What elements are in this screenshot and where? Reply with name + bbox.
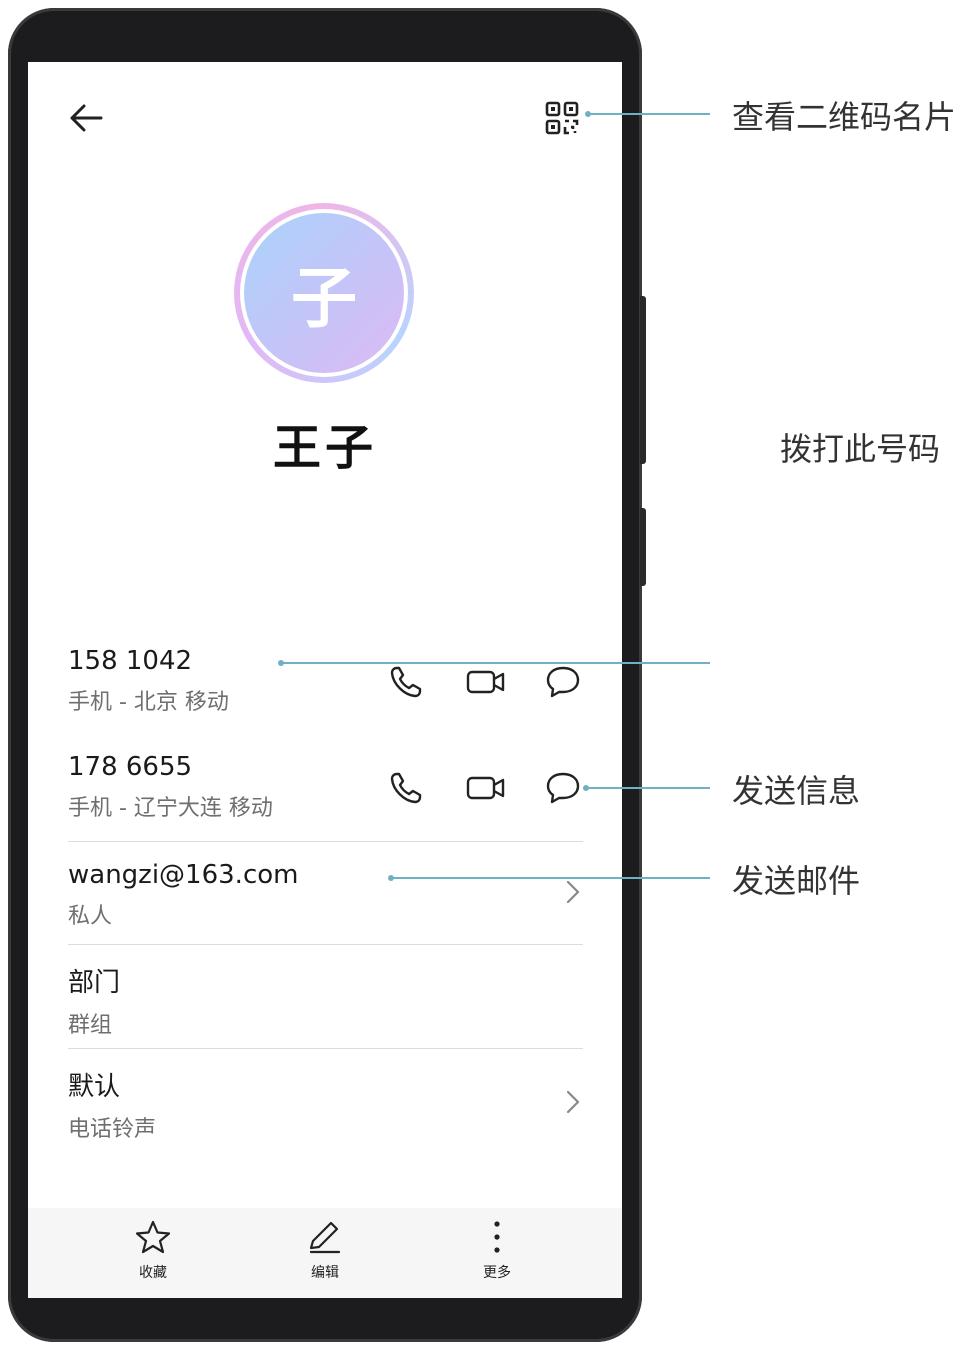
avatar[interactable]: 子: [240, 209, 408, 377]
pencil-icon: [309, 1221, 341, 1254]
callout-line: [586, 787, 710, 789]
phone-icon[interactable]: [386, 768, 426, 808]
message-icon[interactable]: [543, 662, 583, 702]
contact-detail-screen: 子 王子 158 1042 手机 - 北京 移动 178 6655 手机 - 辽…: [28, 62, 622, 1298]
email-label: 私人: [68, 904, 113, 929]
phone-row-1[interactable]: 158 1042 手机 - 北京 移动: [68, 646, 583, 726]
ringtone-label: 电话铃声: [68, 1117, 157, 1142]
phone-icon[interactable]: [386, 662, 426, 702]
group-label: 群组: [68, 1013, 113, 1038]
avatar-ring: 子: [234, 203, 414, 383]
ringtone-value: 默认: [68, 1072, 121, 1102]
chevron-right-icon: [563, 1088, 583, 1116]
back-arrow-icon[interactable]: [66, 98, 106, 138]
callout-qr-card: 查看二维码名片: [732, 98, 957, 136]
divider: [68, 944, 583, 945]
group-row[interactable]: 部门 群组: [68, 962, 583, 1042]
power-button: [640, 508, 646, 586]
favorite-button[interactable]: 收藏: [103, 1220, 203, 1282]
volume-button: [640, 296, 646, 464]
edit-button[interactable]: 编辑: [275, 1220, 375, 1282]
avatar-initial: 子: [244, 213, 404, 373]
edit-label: 编辑: [311, 1265, 339, 1281]
qr-code-icon[interactable]: [542, 98, 582, 138]
video-call-icon[interactable]: [464, 768, 508, 808]
callout-dial: 拨打此号码: [780, 430, 941, 468]
callout-message: 发送信息: [732, 772, 861, 810]
group-value: 部门: [68, 968, 121, 998]
callout-line: [281, 662, 710, 664]
top-bar: [28, 62, 622, 172]
callout-line: [391, 877, 710, 879]
divider: [68, 1048, 583, 1049]
callout-mail: 发送邮件: [732, 862, 861, 900]
favorite-label: 收藏: [139, 1265, 167, 1281]
email-row[interactable]: wangzi@163.com 私人: [68, 860, 583, 940]
divider: [68, 841, 583, 842]
message-icon[interactable]: [543, 768, 583, 808]
more-label: 更多: [483, 1265, 511, 1281]
bottom-action-bar: 收藏 编辑 更多: [28, 1208, 622, 1298]
contact-name: 王子: [272, 420, 377, 476]
email-address: wangzi@163.com: [68, 860, 299, 890]
ringtone-row[interactable]: 默认 电话铃声: [68, 1066, 583, 1146]
callout-line: [588, 113, 710, 115]
more-vertical-icon: [494, 1221, 500, 1253]
more-button[interactable]: 更多: [447, 1220, 547, 1282]
star-icon: [135, 1220, 171, 1254]
video-call-icon[interactable]: [464, 662, 508, 702]
phone-row-2[interactable]: 178 6655 手机 - 辽宁大连 移动: [68, 752, 583, 832]
chevron-right-icon: [563, 878, 583, 906]
